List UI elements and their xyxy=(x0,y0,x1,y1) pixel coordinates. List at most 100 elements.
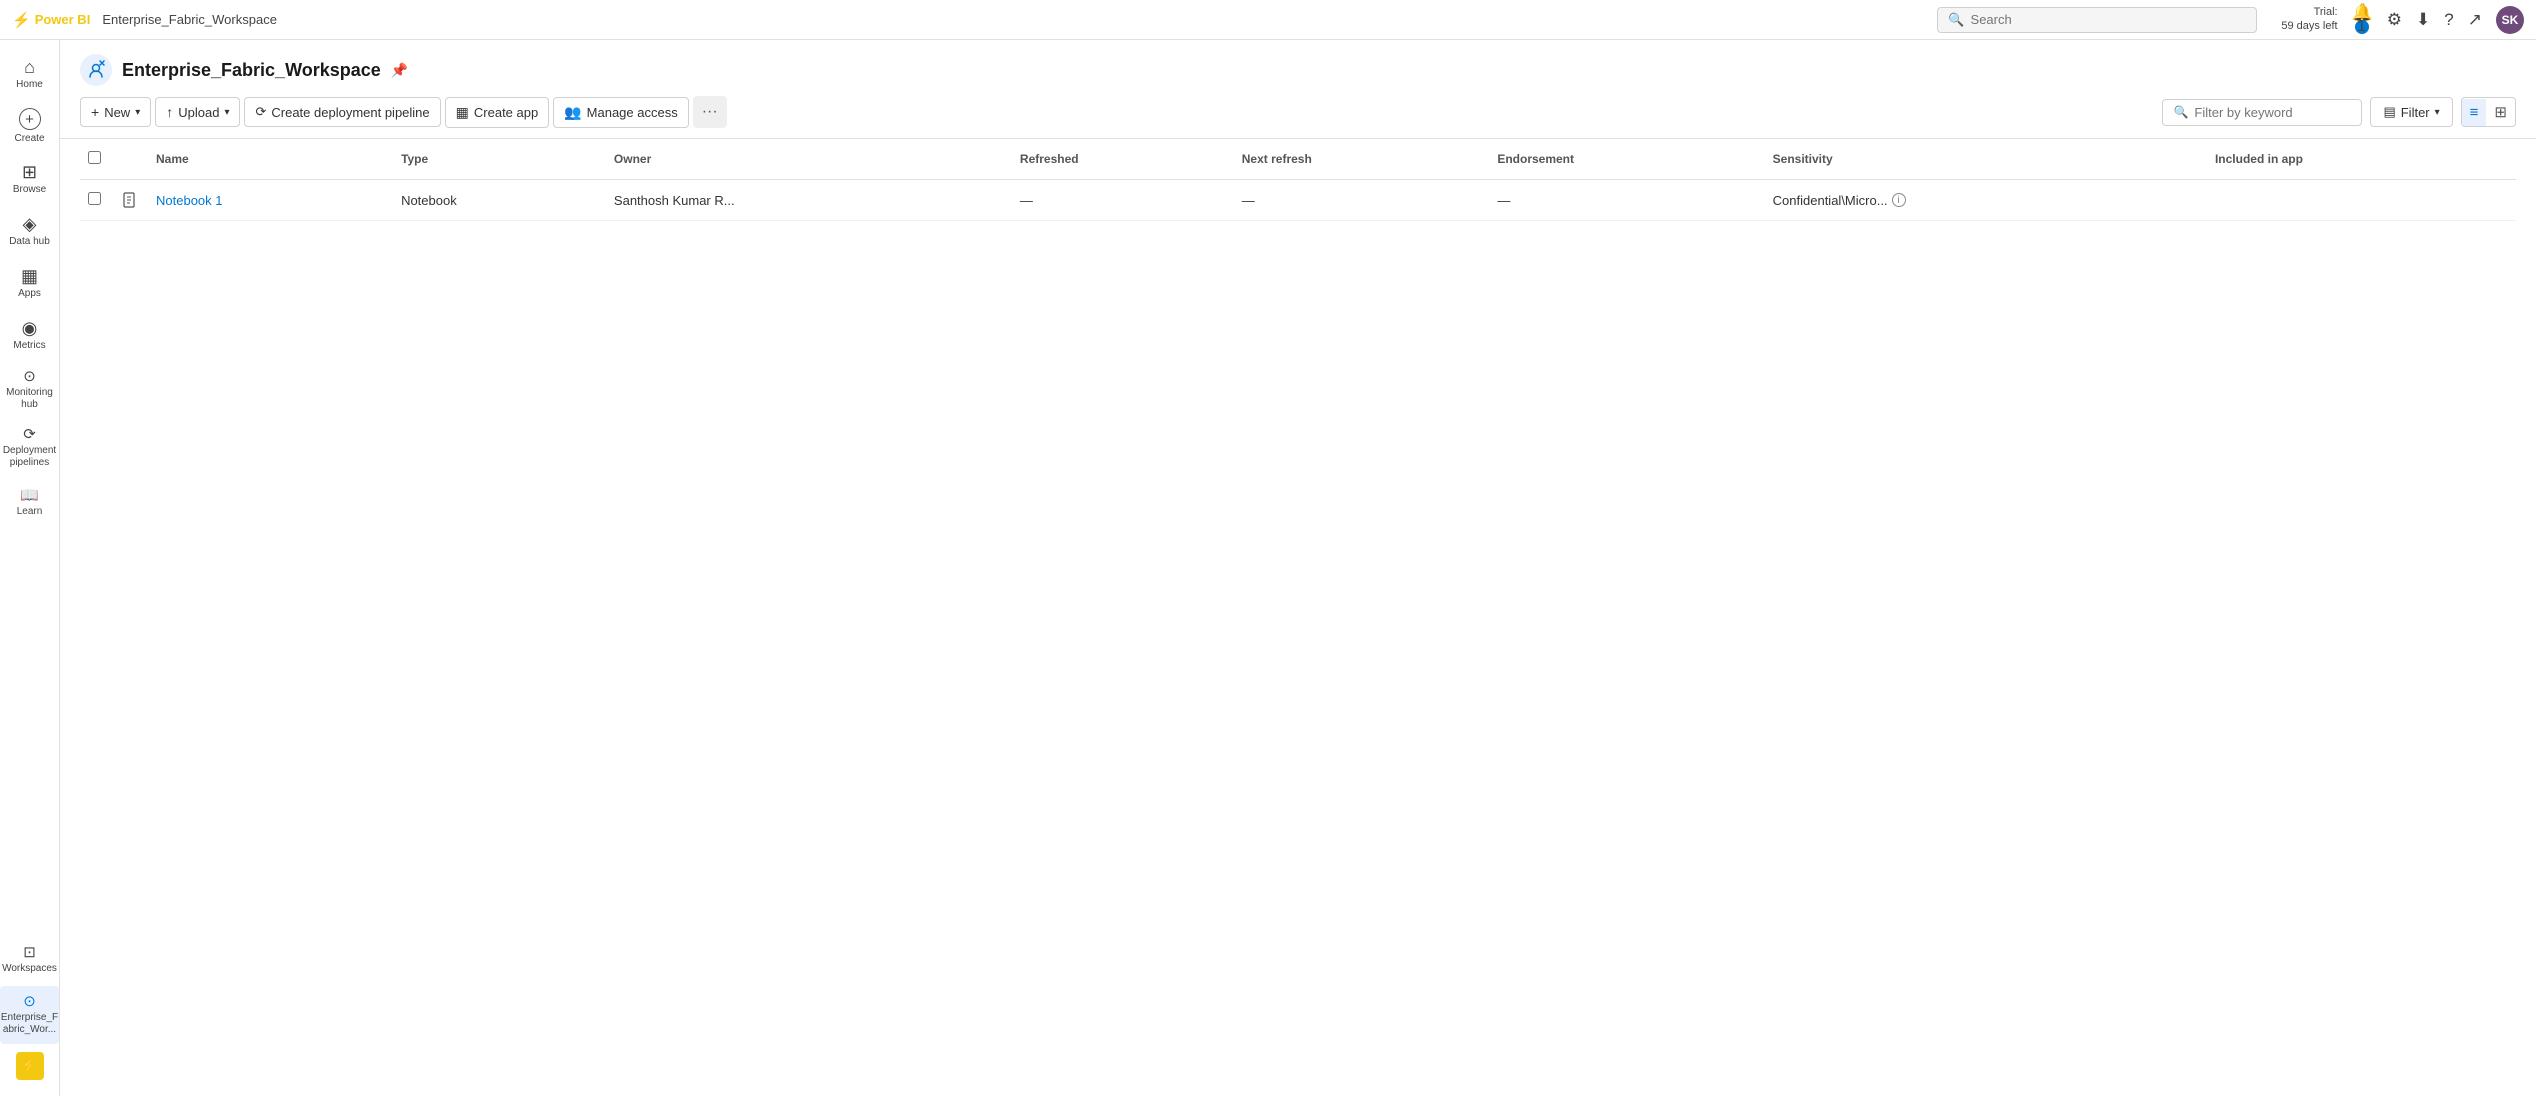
filter-button[interactable]: ▤ Filter ▾ xyxy=(2370,97,2452,127)
list-view-button[interactable]: ≡ xyxy=(2462,99,2487,126)
row-next-refresh: — xyxy=(1234,180,1490,221)
create-app-button[interactable]: ▦ Create app xyxy=(445,97,550,128)
new-button[interactable]: + New ▾ xyxy=(80,97,151,127)
download-button[interactable]: ⬇ xyxy=(2416,10,2430,30)
workspaces-icon: ⊡ xyxy=(23,945,36,960)
workspace-title: Enterprise_Fabric_Workspace xyxy=(122,60,381,81)
deployment-icon: ⟳ xyxy=(23,427,36,442)
table-row[interactable]: Notebook 1 Notebook Santhosh Kumar R... … xyxy=(80,180,2516,221)
col-refreshed[interactable]: Refreshed xyxy=(1012,139,1234,180)
col-included-in-app[interactable]: Included in app xyxy=(2207,139,2516,180)
content-area: Enterprise_Fabric_Workspace 📌 + New ▾ ↑ … xyxy=(60,40,2536,1096)
row-refreshed: — xyxy=(1012,180,1234,221)
app-icon: ▦ xyxy=(456,104,469,121)
home-icon: ⌂ xyxy=(24,58,35,76)
col-owner[interactable]: Owner xyxy=(606,139,1012,180)
search-input[interactable] xyxy=(1971,12,2247,27)
workspace-icon-badge xyxy=(80,54,112,86)
sidebar-item-label: Deployment pipelines xyxy=(3,445,56,469)
sidebar-item-label: Data hub xyxy=(9,236,50,248)
sidebar-item-label: Enterprise_F abric_Wor... xyxy=(1,1012,58,1036)
filter-search-box[interactable]: 🔍 xyxy=(2162,99,2362,126)
sidebar-item-deployment[interactable]: ⟳ Deployment pipelines xyxy=(0,419,59,477)
new-icon: + xyxy=(91,104,99,120)
upload-button[interactable]: ↑ Upload ▾ xyxy=(155,97,240,127)
apps-icon: ▦ xyxy=(21,267,38,285)
search-icon: 🔍 xyxy=(1948,12,1964,28)
sidebar-item-create[interactable]: + Create xyxy=(0,100,59,153)
sidebar-item-browse[interactable]: ⊞ Browse xyxy=(0,153,59,205)
sidebar-item-learn[interactable]: 📖 Learn xyxy=(0,477,59,529)
row-icon-cell xyxy=(112,180,148,221)
sidebar: ⌂ Home + Create ⊞ Browse ◈ Data hub ▦ Ap… xyxy=(0,40,60,1096)
toolbar: + New ▾ ↑ Upload ▾ ⟳ Create deployment p… xyxy=(60,86,2536,139)
sidebar-item-apps[interactable]: ▦ Apps xyxy=(0,257,59,309)
sidebar-item-workspaces[interactable]: ⊡ Workspaces xyxy=(0,934,59,986)
main-layout: ⌂ Home + Create ⊞ Browse ◈ Data hub ▦ Ap… xyxy=(0,40,2536,1096)
sidebar-item-home[interactable]: ⌂ Home xyxy=(0,48,59,100)
topbar-actions: Trial: 59 days left 🔔 1 ⚙ ⬇ ? ↗ SK xyxy=(2281,3,2524,37)
workspace-icon: ⊙ xyxy=(23,994,36,1009)
datahub-icon: ◈ xyxy=(23,215,37,233)
sidebar-item-label: Create xyxy=(14,133,44,145)
grid-view-button[interactable]: ⊞ xyxy=(2486,98,2515,126)
sidebar-item-label: Learn xyxy=(17,506,43,518)
share-button[interactable]: ↗ xyxy=(2468,10,2482,30)
filter-keyword-input[interactable] xyxy=(2194,105,2351,120)
row-endorsement: — xyxy=(1489,180,1764,221)
row-checkbox[interactable] xyxy=(80,180,112,221)
col-checkbox[interactable] xyxy=(80,139,112,180)
filter-icon: ▤ xyxy=(2383,104,2395,120)
browse-icon: ⊞ xyxy=(22,163,37,181)
create-pipeline-button[interactable]: ⟳ Create deployment pipeline xyxy=(244,97,440,127)
col-next-refresh[interactable]: Next refresh xyxy=(1234,139,1490,180)
powerbi-bottom-icon[interactable]: ⚡ xyxy=(16,1052,44,1080)
table-area: Name Type Owner Refreshed Next refresh E… xyxy=(60,139,2536,1096)
sidebar-item-label: Monitoring hub xyxy=(4,387,55,411)
powerbi-icon: ⚡ xyxy=(21,1058,37,1074)
sidebar-item-label: Apps xyxy=(18,288,41,300)
manage-access-button[interactable]: 👥 Manage access xyxy=(553,97,689,128)
trial-info: Trial: 59 days left xyxy=(2281,6,2337,32)
row-type: Notebook xyxy=(393,180,606,221)
notification-badge: 1 xyxy=(2355,20,2369,34)
row-select-checkbox[interactable] xyxy=(88,192,101,205)
pin-workspace-button[interactable]: 📌 xyxy=(391,62,408,79)
items-table: Name Type Owner Refreshed Next refresh E… xyxy=(80,139,2516,221)
col-sensitivity[interactable]: Sensitivity xyxy=(1765,139,2207,180)
select-all-checkbox[interactable] xyxy=(88,151,101,164)
row-sensitivity: Confidential\Micro... i xyxy=(1765,180,2207,221)
item-type-icon xyxy=(120,190,140,210)
sensitivity-info-icon[interactable]: i xyxy=(1892,193,1906,207)
sidebar-item-datahub[interactable]: ◈ Data hub xyxy=(0,205,59,257)
sidebar-item-label: Metrics xyxy=(13,340,45,352)
settings-button[interactable]: ⚙ xyxy=(2387,10,2402,30)
powerbi-logo[interactable]: ⚡ Power BI xyxy=(12,11,90,29)
col-name[interactable]: Name xyxy=(148,139,393,180)
sidebar-item-label: Home xyxy=(16,79,43,91)
manage-access-icon: 👥 xyxy=(564,104,581,121)
toolbar-right: 🔍 ▤ Filter ▾ ≡ ⊞ xyxy=(2162,97,2516,127)
col-endorsement[interactable]: Endorsement xyxy=(1489,139,1764,180)
col-type[interactable]: Type xyxy=(393,139,606,180)
new-dropdown-icon: ▾ xyxy=(135,107,140,118)
sidebar-item-enterprise-workspace[interactable]: ⊙ Enterprise_F abric_Wor... xyxy=(0,986,59,1044)
monitoring-icon: ⊙ xyxy=(23,369,36,384)
sidebar-item-monitoring[interactable]: ⊙ Monitoring hub xyxy=(0,361,59,419)
row-name[interactable]: Notebook 1 xyxy=(148,180,393,221)
sidebar-item-label: Workspaces xyxy=(2,963,57,975)
sensitivity-value: Confidential\Micro... xyxy=(1773,193,1888,208)
row-included-in-app xyxy=(2207,180,2516,221)
sidebar-bottom: ⊡ Workspaces ⊙ Enterprise_F abric_Wor...… xyxy=(0,934,59,1088)
upload-icon: ↑ xyxy=(166,104,173,120)
top-bar: ⚡ Power BI Enterprise_Fabric_Workspace 🔍… xyxy=(0,0,2536,40)
sidebar-item-metrics[interactable]: ◉ Metrics xyxy=(0,309,59,361)
sidebar-item-label: Browse xyxy=(13,184,46,196)
more-actions-button[interactable]: ··· xyxy=(693,96,727,128)
notification-button[interactable]: 🔔 1 xyxy=(2352,3,2373,37)
help-button[interactable]: ? xyxy=(2444,10,2453,30)
row-owner: Santhosh Kumar R... xyxy=(606,180,1012,221)
user-avatar[interactable]: SK xyxy=(2496,6,2524,34)
global-search-box[interactable]: 🔍 xyxy=(1937,7,2257,33)
topbar-workspace-link[interactable]: Enterprise_Fabric_Workspace xyxy=(102,12,277,27)
